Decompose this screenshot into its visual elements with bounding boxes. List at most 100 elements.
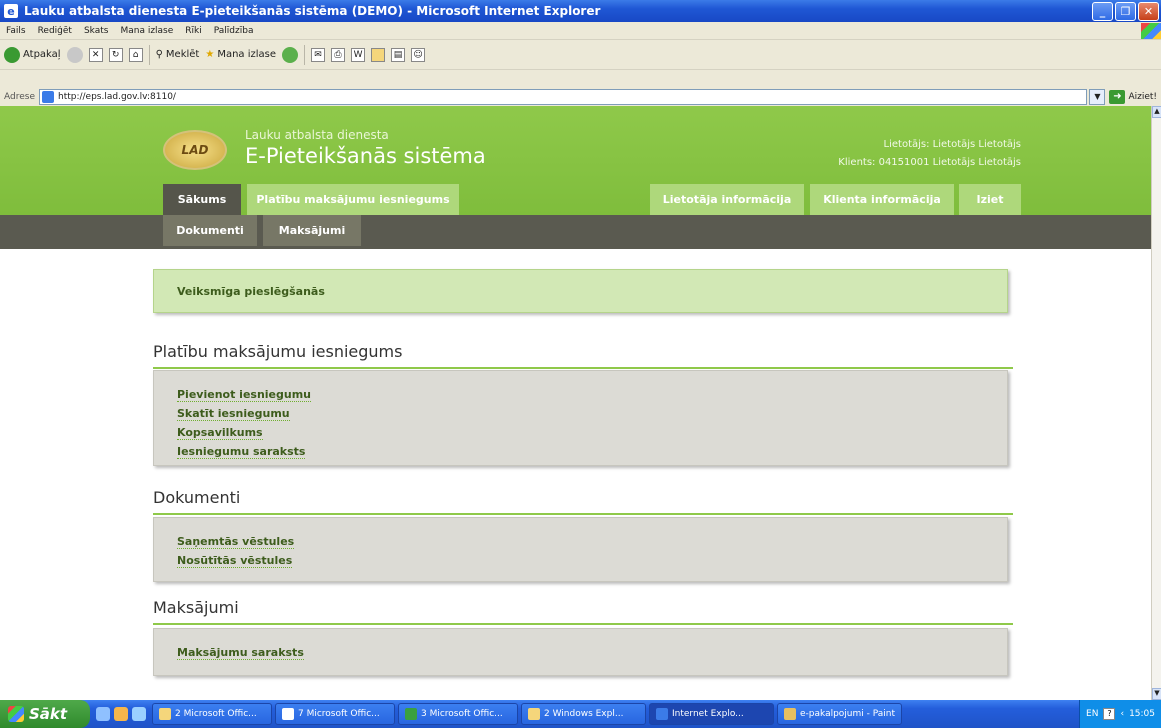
window-title-bar: e Lauku atbalsta dienesta E-pieteikšanās…: [0, 0, 1161, 22]
vertical-scrollbar[interactable]: ▲ ▼: [1151, 106, 1161, 700]
section-title-area-payments: Platību maksājumu iesniegums: [153, 342, 1013, 369]
page-icon: [41, 91, 54, 103]
research-icon[interactable]: ▤: [391, 47, 406, 62]
link-payment-list[interactable]: Maksājumu saraksts: [177, 643, 1007, 662]
window-title: Lauku atbalsta dienesta E-pieteikšanās s…: [24, 4, 601, 18]
back-label: Atpakaļ: [23, 49, 61, 60]
ie-icon: [656, 708, 668, 720]
taskbar-label: e-pakalpojumi - Paint: [800, 709, 896, 719]
address-dropdown-icon[interactable]: ▼: [1089, 89, 1106, 105]
success-message: Veiksmīga pieslēgšanās: [153, 269, 1008, 313]
subtab-documents[interactable]: Dokumenti: [163, 215, 257, 246]
address-label: Adrese: [4, 92, 35, 102]
clock: 15:05: [1129, 709, 1155, 719]
section-box-payments: Maksājumu saraksts: [153, 628, 1008, 676]
tray-arrow-icon[interactable]: ‹: [1120, 709, 1124, 719]
link-application-list[interactable]: Iesniegumu saraksts: [177, 442, 1007, 461]
tab-exit[interactable]: Iziet: [959, 184, 1021, 215]
link-add-application[interactable]: Pievienot iesniegumu: [177, 385, 1007, 404]
folder-icon[interactable]: [371, 47, 386, 62]
paint-icon: [784, 708, 796, 720]
subtab-payments[interactable]: Maksājumi: [263, 215, 361, 246]
taskbar-button-office-1[interactable]: 2 Microsoft Offic...: [152, 703, 272, 725]
address-input[interactable]: http://eps.lad.gov.lv:8110/: [38, 89, 1088, 105]
help-icon[interactable]: ?: [1103, 708, 1116, 720]
favorites-label: Mana izlase: [217, 49, 277, 60]
close-button[interactable]: ✕: [1138, 1, 1159, 21]
menu-tools[interactable]: Rīki: [179, 26, 207, 36]
outlook-quicklaunch-icon[interactable]: [114, 707, 128, 721]
back-arrow-icon: [4, 46, 20, 63]
tab-home[interactable]: Sākums: [163, 184, 241, 215]
section-box-area-payments: Pievienot iesniegumu Skatīt iesniegumu K…: [153, 370, 1008, 466]
page-viewport: LAD Lauku atbalsta dienesta E-Pieteikšan…: [0, 106, 1151, 700]
word-icon[interactable]: W: [351, 47, 366, 62]
taskbar: Sākt 2 Microsoft Offic... 7 Microsoft Of…: [0, 700, 1161, 728]
taskbar-button-office-2[interactable]: 7 Microsoft Offic...: [275, 703, 395, 725]
address-bar: Adrese http://eps.lad.gov.lv:8110/ ▼ ➜ A…: [0, 88, 1161, 106]
refresh-icon[interactable]: ↻: [108, 47, 123, 62]
taskbar-label: Internet Explo...: [672, 709, 744, 719]
back-button[interactable]: Atpakaļ: [4, 46, 61, 63]
taskbar-label: 7 Microsoft Offic...: [298, 709, 380, 719]
messenger-icon[interactable]: ☺: [411, 47, 426, 62]
start-button[interactable]: Sākt: [0, 700, 90, 728]
link-received-letters[interactable]: Saņemtās vēstules: [177, 532, 1007, 551]
windows-logo-icon: [1141, 22, 1161, 39]
desktop-quicklaunch-icon[interactable]: [132, 707, 146, 721]
favorites-button[interactable]: ★ Mana izlase: [205, 49, 276, 60]
lad-logo[interactable]: LAD: [163, 130, 227, 170]
excel-icon: [405, 708, 417, 720]
mail-icon[interactable]: ✉: [311, 47, 326, 62]
tab-client-info[interactable]: Klienta informācija: [810, 184, 954, 215]
minimize-button[interactable]: _: [1092, 1, 1113, 21]
forward-icon[interactable]: [66, 46, 83, 63]
windows-flag-icon: [8, 706, 24, 722]
user-info: Lietotājs: Lietotājs Lietotājs: [883, 139, 1021, 150]
tab-user-info[interactable]: Lietotāja informācija: [650, 184, 804, 215]
search-button[interactable]: ⚲ Meklēt: [156, 49, 200, 60]
print-icon[interactable]: ⎙: [331, 47, 346, 62]
scroll-up-icon[interactable]: ▲: [1152, 106, 1161, 118]
menu-file[interactable]: Fails: [0, 26, 32, 36]
menu-edit[interactable]: Rediģēt: [32, 26, 78, 36]
taskbar-button-paint[interactable]: e-pakalpojumi - Paint: [777, 703, 902, 725]
address-url: http://eps.lad.gov.lv:8110/: [57, 92, 176, 102]
section-box-documents: Saņemtās vēstules Nosūtītās vēstules: [153, 517, 1008, 582]
section-title-payments: Maksājumi: [153, 598, 1013, 625]
history-icon[interactable]: [282, 46, 299, 63]
toolbar-separator: [304, 44, 306, 65]
browser-toolbar: Atpakaļ ✕ ↻ ⌂ ⚲ Meklēt ★ Mana izlase ✉ ⎙…: [0, 40, 1161, 70]
folder-icon: [528, 708, 540, 720]
toolbar-separator: [148, 44, 150, 65]
start-label: Sākt: [29, 705, 68, 723]
section-title-documents: Dokumenti: [153, 488, 1013, 515]
stop-icon[interactable]: ✕: [88, 47, 103, 62]
tab-area-payments[interactable]: Platību maksājumu iesniegums: [247, 184, 459, 215]
taskbar-label: 2 Windows Expl...: [544, 709, 624, 719]
restore-button[interactable]: ❐: [1115, 1, 1136, 21]
taskbar-button-explorer[interactable]: 2 Windows Expl...: [521, 703, 646, 725]
word-icon: [282, 708, 294, 720]
ie-icon: e: [4, 4, 18, 18]
go-button[interactable]: ➜ Aiziet!: [1105, 90, 1161, 104]
star-icon: ★: [205, 49, 215, 60]
taskbar-button-ie[interactable]: Internet Explo...: [649, 703, 774, 725]
link-view-application[interactable]: Skatīt iesniegumu: [177, 404, 1007, 423]
link-summary[interactable]: Kopsavilkums: [177, 423, 1007, 442]
taskbar-button-office-3[interactable]: 3 Microsoft Offic...: [398, 703, 518, 725]
taskbar-label: 2 Microsoft Offic...: [175, 709, 257, 719]
menu-bar: Fails Rediģēt Skats Mana izlase Rīki Pal…: [0, 22, 1161, 40]
home-icon[interactable]: ⌂: [128, 47, 143, 62]
menu-favorites[interactable]: Mana izlase: [114, 26, 179, 36]
go-label: Aiziet!: [1128, 92, 1157, 102]
menu-view[interactable]: Skats: [78, 26, 115, 36]
ie-quicklaunch-icon[interactable]: [96, 707, 110, 721]
search-icon: ⚲: [155, 49, 163, 60]
menu-help[interactable]: Palīdzība: [208, 26, 260, 36]
language-indicator[interactable]: EN: [1086, 709, 1098, 719]
client-info: Klients: 04151001 Lietotājs Lietotājs: [838, 157, 1021, 168]
scroll-down-icon[interactable]: ▼: [1152, 688, 1161, 700]
toolbar-band: [0, 70, 1161, 88]
link-sent-letters[interactable]: Nosūtītās vēstules: [177, 551, 1007, 570]
